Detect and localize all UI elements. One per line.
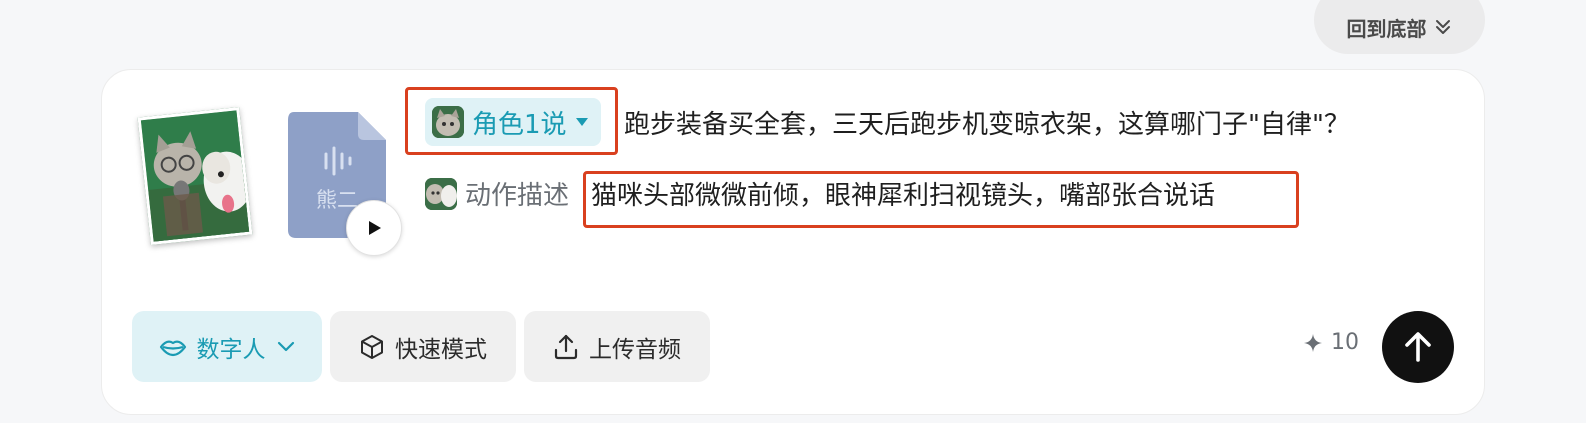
role-selector[interactable]: 角色1说 [425, 98, 601, 146]
action-label: 动作描述 [465, 181, 570, 211]
cat-dog-photo-icon [140, 109, 253, 245]
credits-value: 10 [1331, 330, 1359, 355]
role-avatar [432, 106, 464, 138]
chevron-down-icon [277, 341, 294, 351]
cat-dog-avatar-icon [425, 177, 457, 210]
double-chevron-down-icon [1435, 20, 1450, 34]
action-description-row: 动作描述 [425, 175, 569, 212]
credits-indicator: 10 [1303, 330, 1359, 355]
lips-icon [159, 340, 186, 356]
cube-icon [361, 334, 383, 359]
play-audio-button[interactable] [346, 200, 402, 256]
play-icon [369, 221, 381, 235]
digital-human-dropdown[interactable]: 数字人 [132, 311, 322, 382]
back-to-bottom-label: 回到底部 [1346, 16, 1427, 41]
page: 回到底部 熊二 角色1说 跑步装备买全套，三天后跑步机变晾衣架，这算哪门子"自律… [0, 0, 1586, 423]
sparkle-icon [1304, 333, 1322, 352]
digital-human-label: 数字人 [196, 336, 266, 363]
character-image-thumbnail[interactable] [137, 107, 253, 245]
upload-icon [554, 334, 578, 359]
upload-audio-label: 上传音频 [589, 336, 681, 363]
back-to-bottom-button[interactable]: 回到底部 [1314, 0, 1485, 54]
fast-mode-label: 快速模式 [395, 336, 487, 363]
fast-mode-button[interactable]: 快速模式 [330, 311, 516, 382]
action-description-text[interactable]: 猫咪头部微微前倾，眼神犀利扫视镜头，嘴部张合说话 [591, 175, 1215, 212]
upload-audio-button[interactable]: 上传音频 [524, 311, 710, 382]
arrow-up-icon [1405, 332, 1431, 362]
script-line-text[interactable]: 跑步装备买全套，三天后跑步机变晾衣架，这算哪门子"自律"？ [624, 104, 1350, 141]
cat-avatar-icon [432, 106, 464, 138]
action-avatar [425, 177, 457, 210]
send-button[interactable] [1382, 311, 1454, 383]
role-label: 角色1说 [472, 109, 567, 140]
caret-down-icon [575, 118, 588, 126]
